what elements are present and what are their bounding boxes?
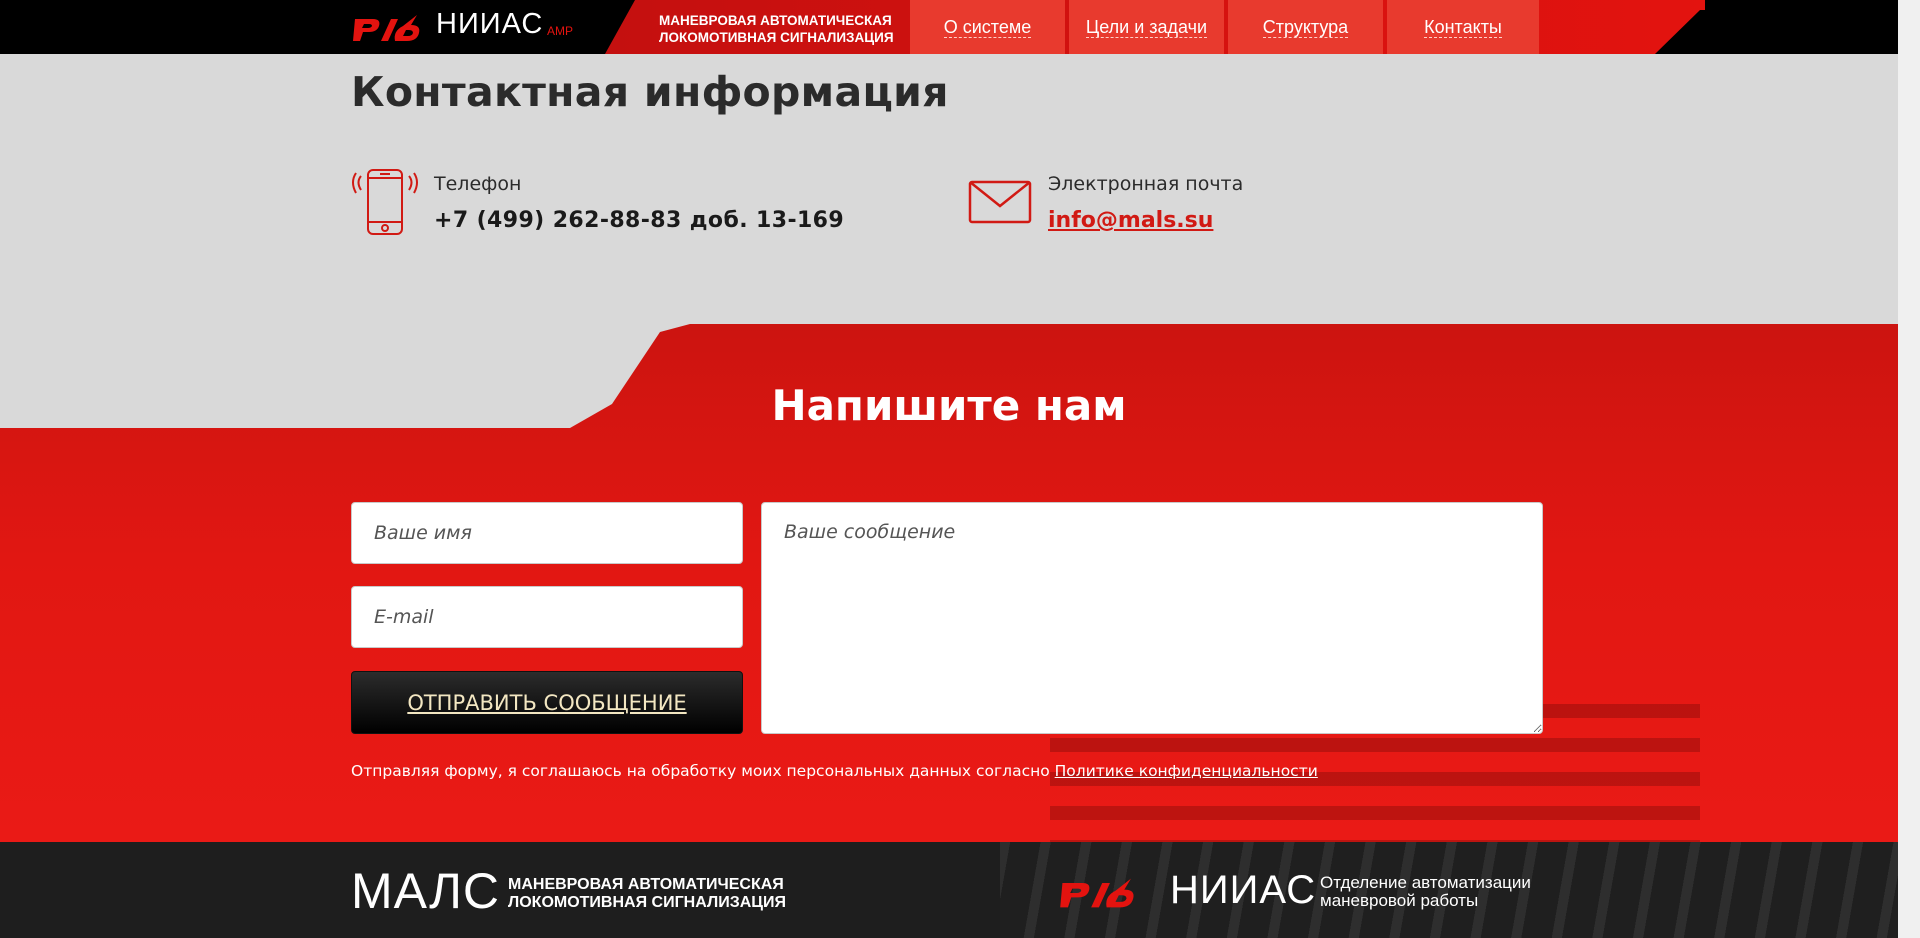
submit-button[interactable]: ОТПРАВИТЬ СООБЩЕНИЕ (351, 671, 743, 734)
message-textarea[interactable] (761, 502, 1543, 734)
email-label: Электронная почта (1048, 173, 1244, 195)
page-title: Контактная информация (351, 68, 949, 116)
consent-text: Отправляя форму, я соглашаюсь на обработ… (351, 762, 1318, 780)
footer-mals-line-2: ЛОКОМОТИВНАЯ СИГНАЛИЗАЦИЯ (508, 894, 786, 911)
footer-niias-line-2: маневровой работы (1320, 891, 1479, 910)
email-input[interactable] (351, 586, 743, 648)
phone-icon (352, 169, 418, 235)
email-link[interactable]: info@mals.su (1048, 208, 1213, 233)
footer-mals-line-1: МАНЕВРОВАЯ АВТОМАТИЧЕСКАЯ (508, 876, 784, 893)
nav-about[interactable]: О системе (910, 0, 1065, 54)
footer-mals-logo: МАЛС (351, 863, 501, 919)
footer-niias-logo: НИИАС (1170, 868, 1317, 912)
scrollbar[interactable] (1898, 0, 1920, 938)
nav-goals[interactable]: Цели и задачи (1069, 0, 1224, 54)
nav-goals-label: Цели и задачи (1085, 16, 1208, 38)
footer-niias-description: Отделение автоматизации маневровой работ… (1320, 874, 1531, 910)
logo-badge: АМР (547, 24, 574, 38)
nav-structure-label: Структура (1262, 16, 1349, 38)
site-footer: МАЛС МАНЕВРОВАЯ АВТОМАТИЧЕСКАЯ ЛОКОМОТИВ… (0, 842, 1898, 938)
consent-text-body: Отправляя форму, я соглашаюсь на обработ… (351, 762, 1055, 780)
tagline-line-1: МАНЕВРОВАЯ АВТОМАТИЧЕСКАЯ (659, 13, 892, 28)
nav-contacts-label: Контакты (1424, 16, 1502, 38)
nav-about-label: О системе (943, 16, 1032, 38)
phone-label: Телефон (434, 173, 522, 195)
form-title: Напишите нам (771, 381, 1127, 430)
tagline-line-2: ЛОКОМОТИВНАЯ СИГНАЛИЗАЦИЯ (659, 30, 894, 45)
nav-structure[interactable]: Структура (1228, 0, 1383, 54)
niias-logo-text[interactable]: НИИАС (436, 8, 543, 41)
rzd-logo[interactable] (351, 11, 427, 45)
mail-icon (968, 180, 1032, 224)
footer-rzd-logo (1060, 878, 1134, 908)
name-input[interactable] (351, 502, 743, 564)
footer-niias-line-1: Отделение автоматизации (1320, 873, 1531, 892)
submit-button-label: ОТПРАВИТЬ СООБЩЕНИЕ (407, 690, 687, 715)
header-tagline: МАНЕВРОВАЯ АВТОМАТИЧЕСКАЯ ЛОКОМОТИВНАЯ С… (659, 12, 894, 46)
phone-number[interactable]: +7 (499) 262-88-83 доб. 13-169 (434, 208, 844, 233)
footer-mals-description: МАНЕВРОВАЯ АВТОМАТИЧЕСКАЯ ЛОКОМОТИВНАЯ С… (508, 876, 786, 912)
site-header: НИИАС АМР МАНЕВРОВАЯ АВТОМАТИЧЕСКАЯ ЛОКО… (0, 0, 1898, 54)
nav-contacts[interactable]: Контакты (1387, 0, 1539, 54)
privacy-policy-link[interactable]: Политике конфиденциальности (1055, 762, 1318, 780)
